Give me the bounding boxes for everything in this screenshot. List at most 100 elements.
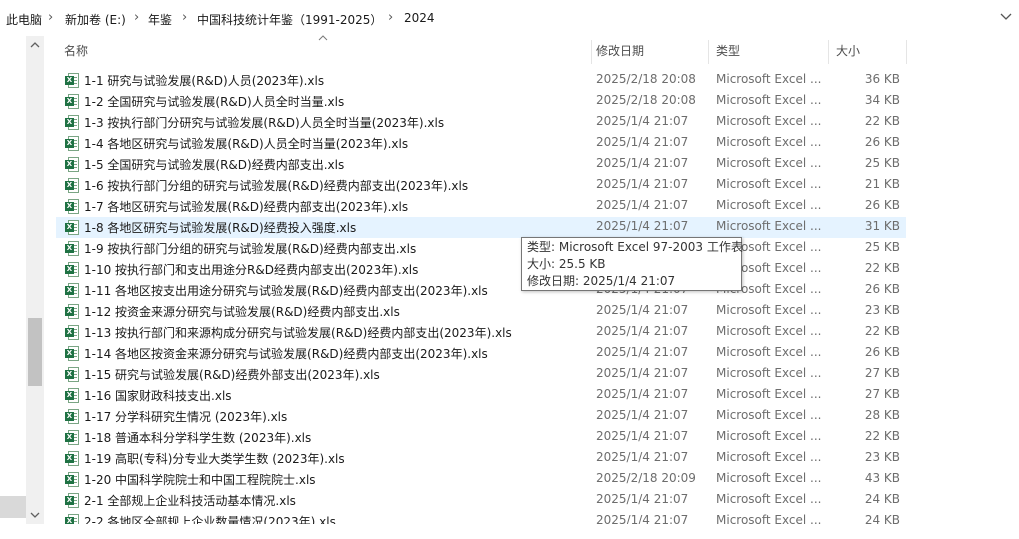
file-size: 27 KB [864,387,900,401]
scroll-down-icon[interactable] [29,510,41,520]
navigation-pane[interactable] [0,36,26,539]
file-row[interactable]: X 1-17 分学科研究生情况 (2023年).xls 2025/1/4 21:07… [56,406,906,427]
file-row[interactable]: X 1-2 全国研究与试验发展(R&D)人员全时当量.xls 2025/2/18 2… [56,91,906,112]
excel-file-icon: X [65,388,79,403]
file-row[interactable]: X 1-4 各地区研究与试验发展(R&D)人员全时当量(2023年).xls 202… [56,133,906,154]
breadcrumb-drive[interactable]: 新加卷 (E:) [65,11,126,28]
breadcrumb-separator[interactable]: › [182,10,187,25]
file-date: 2025/1/4 21:07 [596,513,689,524]
column-type[interactable]: 类型 [708,36,826,66]
breadcrumb-separator[interactable]: › [134,10,139,25]
file-name: 1-2 全国研究与试验发展(R&D)人员全时当量.xls [84,95,345,109]
breadcrumb-separator[interactable]: › [48,10,53,25]
file-size: 22 KB [864,261,900,275]
file-size: 22 KB [864,114,900,128]
file-row[interactable]: X 2-2 各地区全部规上企业数量情况(2023年).xls 2025/1/4 21… [56,511,906,524]
tooltip-size: 大小: 25.5 KB [527,257,606,271]
file-row[interactable]: X1-9 按执行部门分组的研究与试验发展(R&D)经费内部支出.xls2025/… [56,238,906,259]
file-date: 2025/1/4 21:07 [596,408,689,422]
file-name: 1-12 按资金来源分研究与试验发展(R&D)经费内部支出.xls [84,305,400,319]
file-name: 1-3 按执行部门分研究与试验发展(R&D)人员全时当量(2023年).xls [84,116,445,130]
breadcrumb-current[interactable]: 2024 [404,11,435,25]
file-name: 1-19 高职(专科)分专业大类学生数 (2023年).xls [84,452,345,466]
file-row[interactable]: X1-10 按执行部门和支出用途分R&D经费内部支出(2023年).xls202… [56,259,906,280]
file-type: Microsoft Excel ... [716,93,822,107]
file-date: 2025/1/4 21:07 [596,366,689,380]
file-name: 1-9 按执行部门分组的研究与试验发展(R&D)经费内部支出.xls [84,242,417,256]
column-date[interactable]: 修改日期 [588,36,708,66]
file-name: 2-1 全部规上企业科技活动基本情况.xls [84,494,296,508]
excel-file-icon: X [65,304,79,319]
file-type: Microsoft Excel ... [716,303,822,317]
file-row[interactable]: X 1-5 全国研究与试验发展(R&D)经费内部支出.xls 2025/1/4 21… [56,154,906,175]
file-row[interactable]: X 1-7 各地区研究与试验发展(R&D)经费内部支出(2023年).xls 202… [56,196,906,217]
excel-file-icon: X [65,451,79,466]
excel-file-icon: X [65,472,79,487]
file-date: 2025/1/4 21:07 [596,156,689,170]
excel-file-icon: X [65,199,79,214]
file-size: 26 KB [864,282,900,296]
file-type: Microsoft Excel ... [716,429,822,443]
file-row[interactable]: X 1-1 研究与试验发展(R&D)人员(2023年).xls 2025/2/18 … [56,70,906,91]
file-row[interactable]: X 1-8 各地区研究与试验发展(R&D)经费投入强度.xls 2025/1/4 2… [56,217,906,238]
breadcrumb-this-pc[interactable]: 此电脑 [6,11,42,28]
file-name: 2-2 各地区全部规上企业数量情况(2023年).xls [84,515,336,524]
scroll-up-icon[interactable] [29,40,41,50]
file-list[interactable]: X 1-1 研究与试验发展(R&D)人员(2023年).xls 2025/2/18 … [56,70,906,524]
file-tooltip: 类型: Microsoft Excel 97-2003 工作表 大小: 25.5… [521,237,743,291]
file-name: 1-4 各地区研究与试验发展(R&D)人员全时当量(2023年).xls [84,137,409,151]
file-date: 2025/1/4 21:07 [596,345,689,359]
chevron-down-icon[interactable] [999,9,1013,23]
file-size: 24 KB [864,492,900,506]
file-name: 1-17 分学科研究生情况 (2023年).xls [84,410,288,424]
file-row[interactable]: X 1-14 各地区按资金来源分研究与试验发展(R&D)经费内部支出(2023年)… [56,343,906,364]
breadcrumb-yearbook[interactable]: 年鉴 [148,11,172,28]
file-row[interactable]: X 1-18 普通本科分学科学生数 (2023年).xls 2025/1/4 21:… [56,427,906,448]
file-row[interactable]: X 1-19 高职(专科)分专业大类学生数 (2023年).xls 2025/1/4… [56,448,906,469]
file-row[interactable]: X 1-15 研究与试验发展(R&D)经费外部支出(2023年).xls 2025/… [56,364,906,385]
breadcrumb-separator[interactable]: › [388,10,393,25]
file-date: 2025/1/4 21:07 [596,324,689,338]
file-size: 43 KB [864,471,900,485]
file-type: Microsoft Excel ... [716,513,822,524]
file-row[interactable]: X 1-6 按执行部门分组的研究与试验发展(R&D)经费内部支出(2023年).x… [56,175,906,196]
column-divider[interactable] [906,40,907,64]
tooltip-date: 修改日期: 2025/1/4 21:07 [527,274,676,288]
file-size: 23 KB [864,450,900,464]
file-size: 21 KB [864,177,900,191]
navigation-scroll-thumb[interactable] [0,496,26,518]
vertical-scrollbar[interactable] [26,36,44,524]
column-name[interactable]: 名称 [56,36,591,66]
excel-file-icon: X [65,94,79,109]
file-date: 2025/1/4 21:07 [596,387,689,401]
excel-file-icon: X [65,367,79,382]
file-type: Microsoft Excel ... [716,387,822,401]
excel-file-icon: X [65,262,79,277]
file-size: 31 KB [864,219,900,233]
file-row[interactable]: X 1-11 各地区按支出用途分研究与试验发展(R&D)经费内部支出(2023年)… [56,280,906,301]
file-row[interactable]: X 1-12 按资金来源分研究与试验发展(R&D)经费内部支出.xls 2025/1… [56,301,906,322]
tooltip-type: 类型: Microsoft Excel 97-2003 工作表 [527,240,743,254]
file-row[interactable]: X 1-13 按执行部门和来源构成分研究与试验发展(R&D)经费内部支出(2023… [56,322,906,343]
file-size: 27 KB [864,366,900,380]
file-name: 1-15 研究与试验发展(R&D)经费外部支出(2023年).xls [84,368,380,382]
file-date: 2025/1/4 21:07 [596,492,689,506]
scrollbar-thumb[interactable] [28,318,42,386]
file-row[interactable]: X 1-3 按执行部门分研究与试验发展(R&D)人员全时当量(2023年).xls… [56,112,906,133]
file-name: 1-1 研究与试验发展(R&D)人员(2023年).xls [84,74,325,88]
file-type: Microsoft Excel ... [716,177,822,191]
excel-file-icon: X [65,409,79,424]
file-size: 26 KB [864,345,900,359]
file-type: Microsoft Excel ... [716,135,822,149]
file-row[interactable]: X 1-16 国家财政科技支出.xls 2025/1/4 21:07 Microsof… [56,385,906,406]
file-row[interactable]: X 1-20 中国科学院院士和中国工程院院士.xls 2025/2/18 20:09… [56,469,906,490]
file-date: 2025/2/18 20:08 [596,93,696,107]
file-date: 2025/1/4 21:07 [596,429,689,443]
file-type: Microsoft Excel ... [716,492,822,506]
address-bar[interactable]: 此电脑 › 新加卷 (E:) › 年鉴 › 中国科技统计年鉴（1991-2025… [0,0,1019,36]
column-size[interactable]: 大小 [828,36,906,66]
file-row[interactable]: X 2-1 全部规上企业科技活动基本情况.xls 2025/1/4 21:07 Mic… [56,490,906,511]
excel-file-icon: X [65,73,79,88]
breadcrumb-folder[interactable]: 中国科技统计年鉴（1991-2025） [197,11,382,28]
file-type: Microsoft Excel ... [716,114,822,128]
